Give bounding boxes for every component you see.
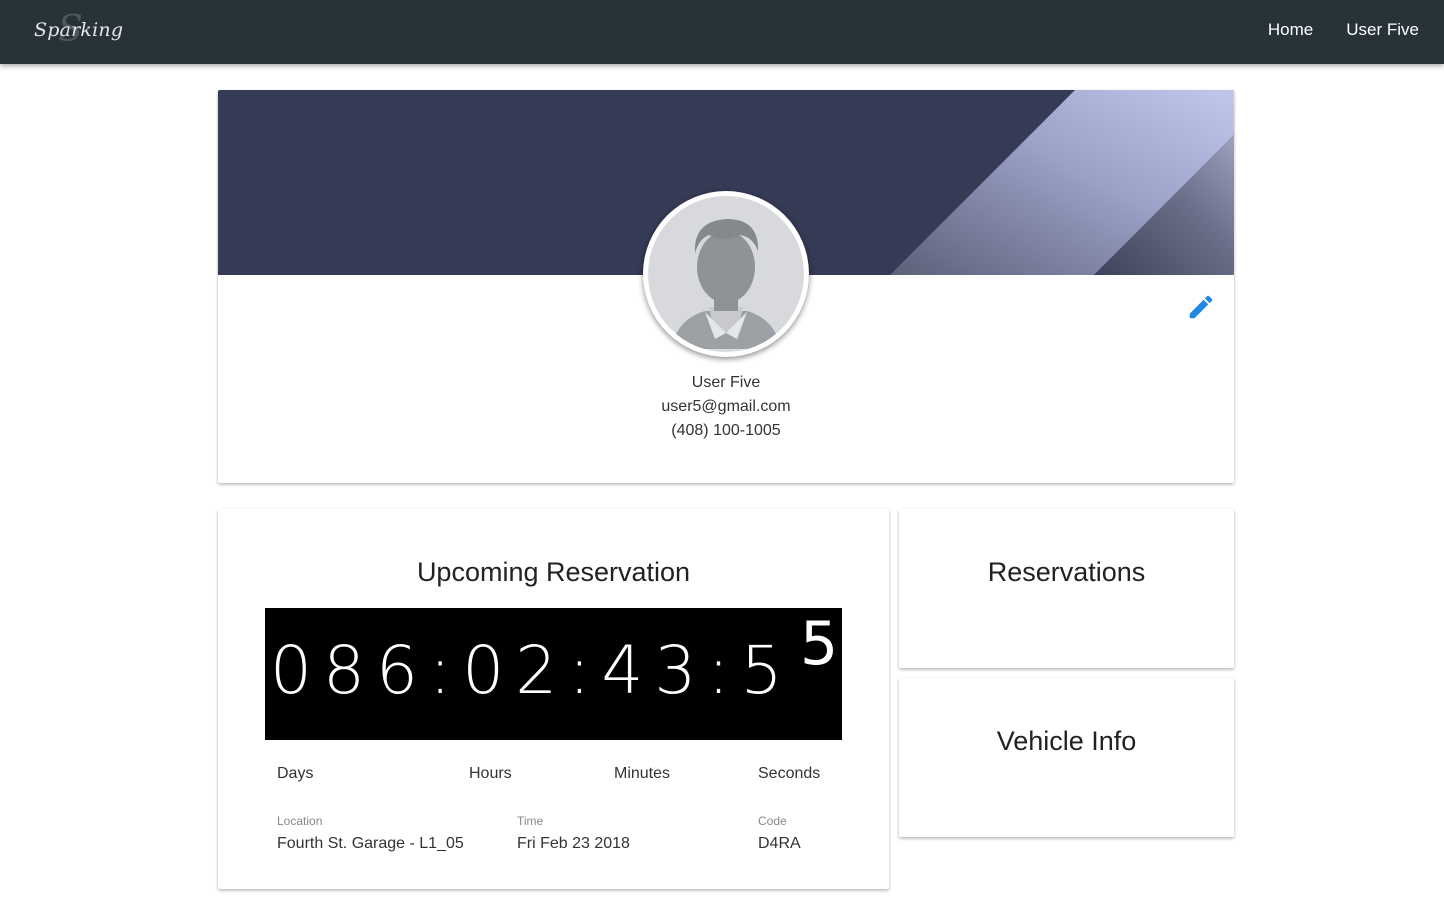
pencil-icon: [1189, 295, 1213, 319]
time-value: Fri Feb 23 2018: [517, 835, 630, 852]
location-value: Fourth St. Garage - L1_05: [277, 835, 464, 852]
reservations-title: Reservations: [987, 557, 1146, 587]
user-phone: (408) 100-1005: [671, 422, 781, 439]
countdown-timer: 086:02:43:5 5: [265, 608, 842, 740]
nav-link-home[interactable]: Home: [1268, 19, 1313, 41]
code-label: Code: [758, 814, 787, 828]
vehicle-info-card[interactable]: Vehicle Info: [899, 678, 1234, 837]
unit-hours: Hours: [469, 765, 512, 782]
profile-info: User Five user5@gmail.com (408) 100-1005: [218, 371, 1234, 443]
upcoming-reservation-title: Upcoming Reservation: [416, 557, 691, 587]
location-label: Location: [277, 814, 323, 828]
avatar[interactable]: [643, 191, 809, 357]
top-navbar: S Sparking Home User Five: [0, 0, 1444, 64]
unit-seconds: Seconds: [758, 765, 821, 782]
reservations-card[interactable]: Reservations: [899, 509, 1234, 668]
nav-link-user[interactable]: User Five: [1346, 19, 1419, 41]
countdown-rolling-digit: 5: [800, 609, 839, 679]
unit-days: Days: [277, 765, 314, 782]
user-name: User Five: [691, 374, 761, 391]
nav-links: Home User Five: [1268, 19, 1419, 41]
brand-name: Sparking: [34, 19, 124, 41]
upcoming-reservation-card: Upcoming Reservation 086:02:43:5 5 Days …: [218, 509, 889, 889]
profile-card: User Five user5@gmail.com (408) 100-1005: [218, 90, 1234, 483]
vehicle-info-title: Vehicle Info: [996, 726, 1137, 756]
unit-minutes: Minutes: [614, 765, 671, 782]
default-user-silhouette-icon: [648, 196, 804, 352]
countdown-digits: 086:02:43:5: [270, 632, 794, 709]
edit-profile-button[interactable]: [1186, 292, 1216, 322]
brand-logo[interactable]: S Sparking: [34, 12, 124, 48]
user-email: user5@gmail.com: [661, 398, 791, 415]
time-label: Time: [517, 814, 544, 828]
code-value: D4RA: [758, 835, 801, 852]
